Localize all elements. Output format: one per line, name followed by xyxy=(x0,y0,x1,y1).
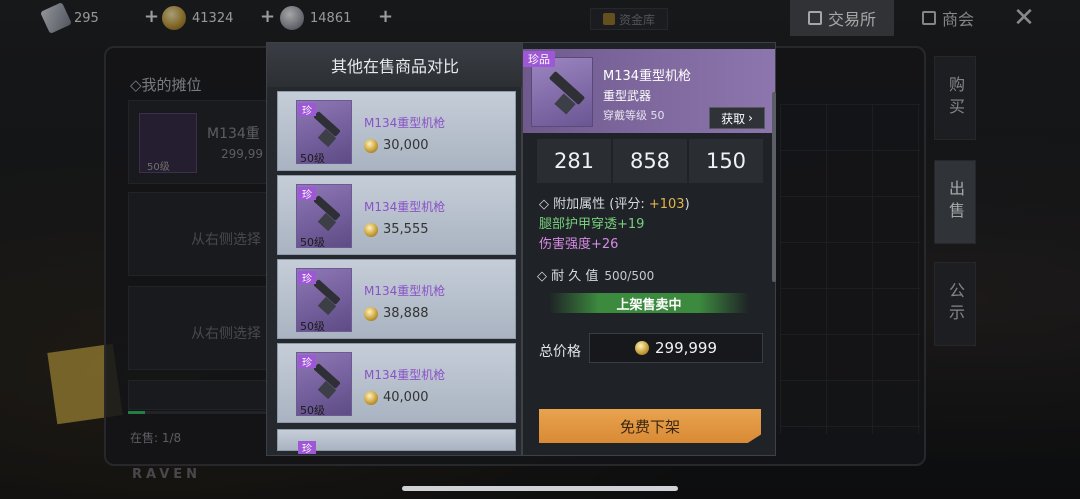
rarity-badge: 珍 xyxy=(298,103,316,117)
compare-item-5[interactable]: 珍 xyxy=(277,429,516,455)
rarity-badge: 珍 xyxy=(298,355,316,369)
item-price: 38,888 xyxy=(364,306,429,321)
item-name: M134重型机枪 xyxy=(364,368,446,382)
item-name: M134重型机枪 xyxy=(364,116,446,130)
rarity-badge: 珍品 xyxy=(523,51,555,67)
compare-item-1[interactable]: 珍 50级 M134重型机枪 30,000 xyxy=(277,91,516,171)
gold-coin-icon xyxy=(634,341,649,355)
total-price-field: 299,999 xyxy=(589,333,763,363)
gold-coin-icon xyxy=(364,222,378,237)
home-indicator[interactable] xyxy=(402,486,678,491)
attr-score: +103 xyxy=(648,197,685,212)
obtain-button[interactable]: 获取 › xyxy=(709,107,765,129)
attr-1-name: 腿部护甲穿透 xyxy=(539,217,618,232)
stat-value-3: 150 xyxy=(689,139,763,183)
durability-label: ◇ 耐 久 值 xyxy=(537,269,599,284)
compare-panel: 其他在售商品对比 珍 50级 M134重型机枪 30,000 珍 50级 M13… xyxy=(266,42,523,456)
stat-value-1: 281 xyxy=(537,139,611,183)
item-name: M134重型机枪 xyxy=(364,200,446,214)
compare-item-2[interactable]: 珍 50级 M134重型机枪 35,555 xyxy=(277,175,516,255)
extra-attributes-title: ◇ 附加属性 (评分: +103) xyxy=(539,193,690,212)
gold-coin-icon xyxy=(364,306,378,321)
item-price-value: 40,000 xyxy=(383,390,429,405)
compare-item-4[interactable]: 珍 50级 M134重型机枪 40,000 xyxy=(277,343,516,423)
item-price-value: 38,888 xyxy=(383,306,429,321)
item-required-level: 穿戴等级 50 xyxy=(603,109,665,122)
detail-scrollbar[interactable] xyxy=(772,92,776,282)
item-level: 50级 xyxy=(300,320,325,333)
attribute-leg-armor-pierce: 腿部护甲穿透+19 xyxy=(539,213,644,232)
item-name: M134重型机枪 xyxy=(603,69,692,84)
gold-coin-icon xyxy=(364,138,378,153)
item-stats: 281 858 150 xyxy=(537,139,763,183)
total-price-value: 299,999 xyxy=(654,339,718,357)
item-price: 35,555 xyxy=(364,222,429,237)
chevron-right-icon: › xyxy=(748,111,753,125)
compare-title: 其他在售商品对比 xyxy=(267,43,523,87)
item-price: 30,000 xyxy=(364,138,429,153)
stat-value-2: 858 xyxy=(613,139,687,183)
rarity-badge: 珍 xyxy=(298,441,316,455)
attr-2-value: +26 xyxy=(591,237,619,252)
item-detail-panel: 珍品 M134重型机枪 重型武器 穿戴等级 50 获取 › 281 858 15… xyxy=(522,42,776,456)
item-price-value: 35,555 xyxy=(383,222,429,237)
item-name: M134重型机枪 xyxy=(364,284,446,298)
attr-title-label: ◇ 附加属性 (评分: xyxy=(539,197,649,212)
item-thumbnail xyxy=(531,57,593,127)
item-price-value: 30,000 xyxy=(383,138,429,153)
gold-coin-icon xyxy=(364,390,378,405)
item-level: 50级 xyxy=(300,236,325,249)
attr-1-value: +19 xyxy=(617,217,645,232)
attr-title-close: ) xyxy=(684,197,690,212)
free-delist-button[interactable]: 免费下架 xyxy=(539,409,761,443)
item-price: 40,000 xyxy=(364,390,429,405)
item-level: 50级 xyxy=(300,152,325,165)
status-badge: 上架售卖中 xyxy=(549,293,749,313)
total-price-label: 总价格 xyxy=(539,344,581,360)
obtain-label: 获取 xyxy=(721,111,746,126)
item-type: 重型武器 xyxy=(603,89,652,103)
compare-item-3[interactable]: 珍 50级 M134重型机枪 38,888 xyxy=(277,259,516,339)
attribute-damage-strength: 伤害强度+26 xyxy=(539,233,618,252)
item-level: 50级 xyxy=(300,404,325,417)
attr-2-name: 伤害强度 xyxy=(539,237,592,252)
durability: ◇ 耐 久 值 500/500 xyxy=(537,265,654,284)
rarity-badge: 珍 xyxy=(298,271,316,285)
item-detail-header: 珍品 M134重型机枪 重型武器 穿戴等级 50 获取 › xyxy=(523,49,775,133)
rarity-badge: 珍 xyxy=(298,187,316,201)
durability-value: 500/500 xyxy=(604,269,655,283)
